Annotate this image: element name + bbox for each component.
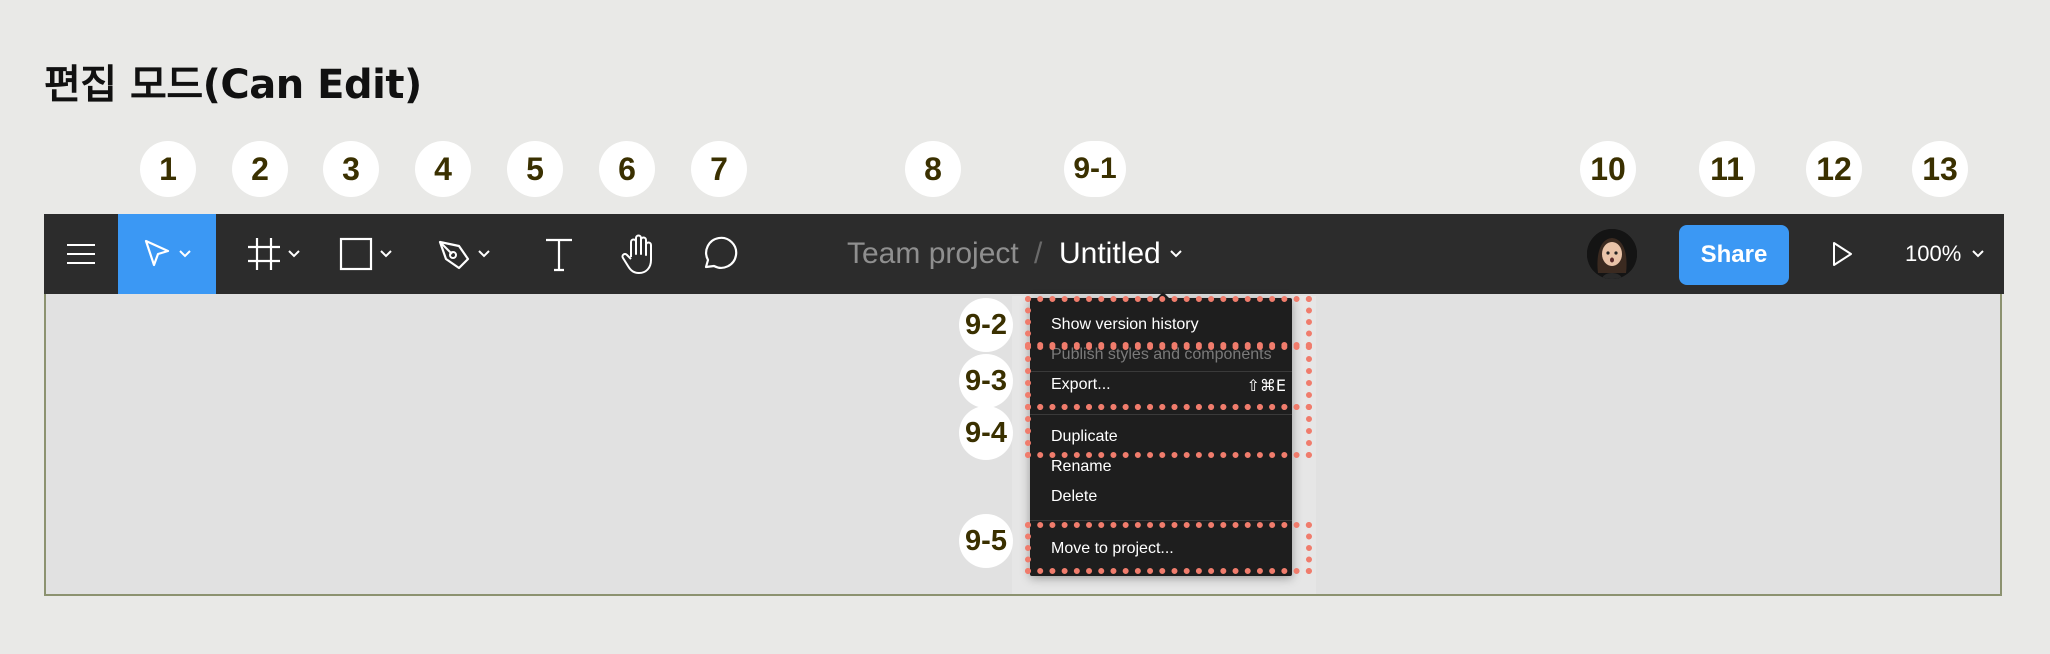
badge-7: 7 <box>691 141 747 197</box>
hand-icon <box>621 234 652 274</box>
badge-3: 3 <box>323 141 379 197</box>
highlight-9-3 <box>1025 344 1312 410</box>
present-button[interactable] <box>1822 214 1862 294</box>
chevron-down-icon <box>1170 250 1182 258</box>
highlight-9-5 <box>1025 522 1312 574</box>
file-name: Untitled <box>1059 237 1161 270</box>
chevron-down-icon <box>478 250 490 258</box>
comment-tool-button[interactable] <box>689 214 749 294</box>
highlight-9-4 <box>1025 404 1312 458</box>
play-icon <box>1833 242 1852 266</box>
menu-divider <box>1030 520 1292 521</box>
badge-10: 10 <box>1580 141 1636 197</box>
badge-8: 8 <box>905 141 961 197</box>
move-tool-button[interactable] <box>118 214 216 294</box>
badge-9-5: 9-5 <box>959 514 1013 568</box>
badge-12: 12 <box>1806 141 1862 197</box>
chevron-down-icon <box>288 250 300 258</box>
zoom-dropdown[interactable]: 100% <box>1905 214 1985 294</box>
badge-11: 11 <box>1699 141 1755 197</box>
badge-4: 4 <box>415 141 471 197</box>
text-icon <box>546 238 572 272</box>
comment-bubble-icon <box>704 236 738 269</box>
badge-6: 6 <box>599 141 655 197</box>
badge-2: 2 <box>232 141 288 197</box>
breadcrumb-file[interactable]: Untitled <box>1059 214 1183 294</box>
hand-tool-button[interactable] <box>609 214 669 294</box>
shape-tool-button[interactable] <box>331 214 401 294</box>
chevron-down-icon <box>1972 250 1984 258</box>
badge-13: 13 <box>1912 141 1968 197</box>
cursor-arrow-icon <box>144 239 170 267</box>
main-menu-button[interactable] <box>44 214 117 294</box>
menu-item-delete[interactable]: Delete <box>1051 488 1097 506</box>
pen-icon <box>438 240 470 270</box>
badge-5: 5 <box>507 141 563 197</box>
badge-1: 1 <box>140 141 196 197</box>
user-avatar-icon <box>1587 229 1637 279</box>
breadcrumb-separator: / <box>1034 237 1043 270</box>
page-title: 편집 모드(Can Edit) <box>44 62 422 108</box>
badge-9-2: 9-2 <box>959 298 1013 352</box>
badge-9-3: 9-3 <box>959 354 1013 408</box>
breadcrumb-project[interactable]: Team project <box>847 214 1019 294</box>
badge-9-4: 9-4 <box>959 406 1013 460</box>
highlight-9-2 <box>1025 296 1312 348</box>
share-button[interactable]: Share <box>1679 225 1789 285</box>
frame-tool-button[interactable] <box>239 214 309 294</box>
chevron-down-icon <box>380 250 392 258</box>
pen-tool-button[interactable] <box>429 214 499 294</box>
frame-hash-icon <box>248 238 280 270</box>
badge-9-1: 9-1 <box>1064 141 1126 197</box>
menu-item-rename[interactable]: Rename <box>1051 458 1111 476</box>
chevron-down-icon <box>179 250 191 258</box>
text-tool-button[interactable] <box>529 214 589 294</box>
rectangle-icon <box>339 237 373 271</box>
avatar[interactable] <box>1587 229 1637 279</box>
hamburger-icon <box>66 244 95 264</box>
zoom-value: 100% <box>1905 241 1962 266</box>
